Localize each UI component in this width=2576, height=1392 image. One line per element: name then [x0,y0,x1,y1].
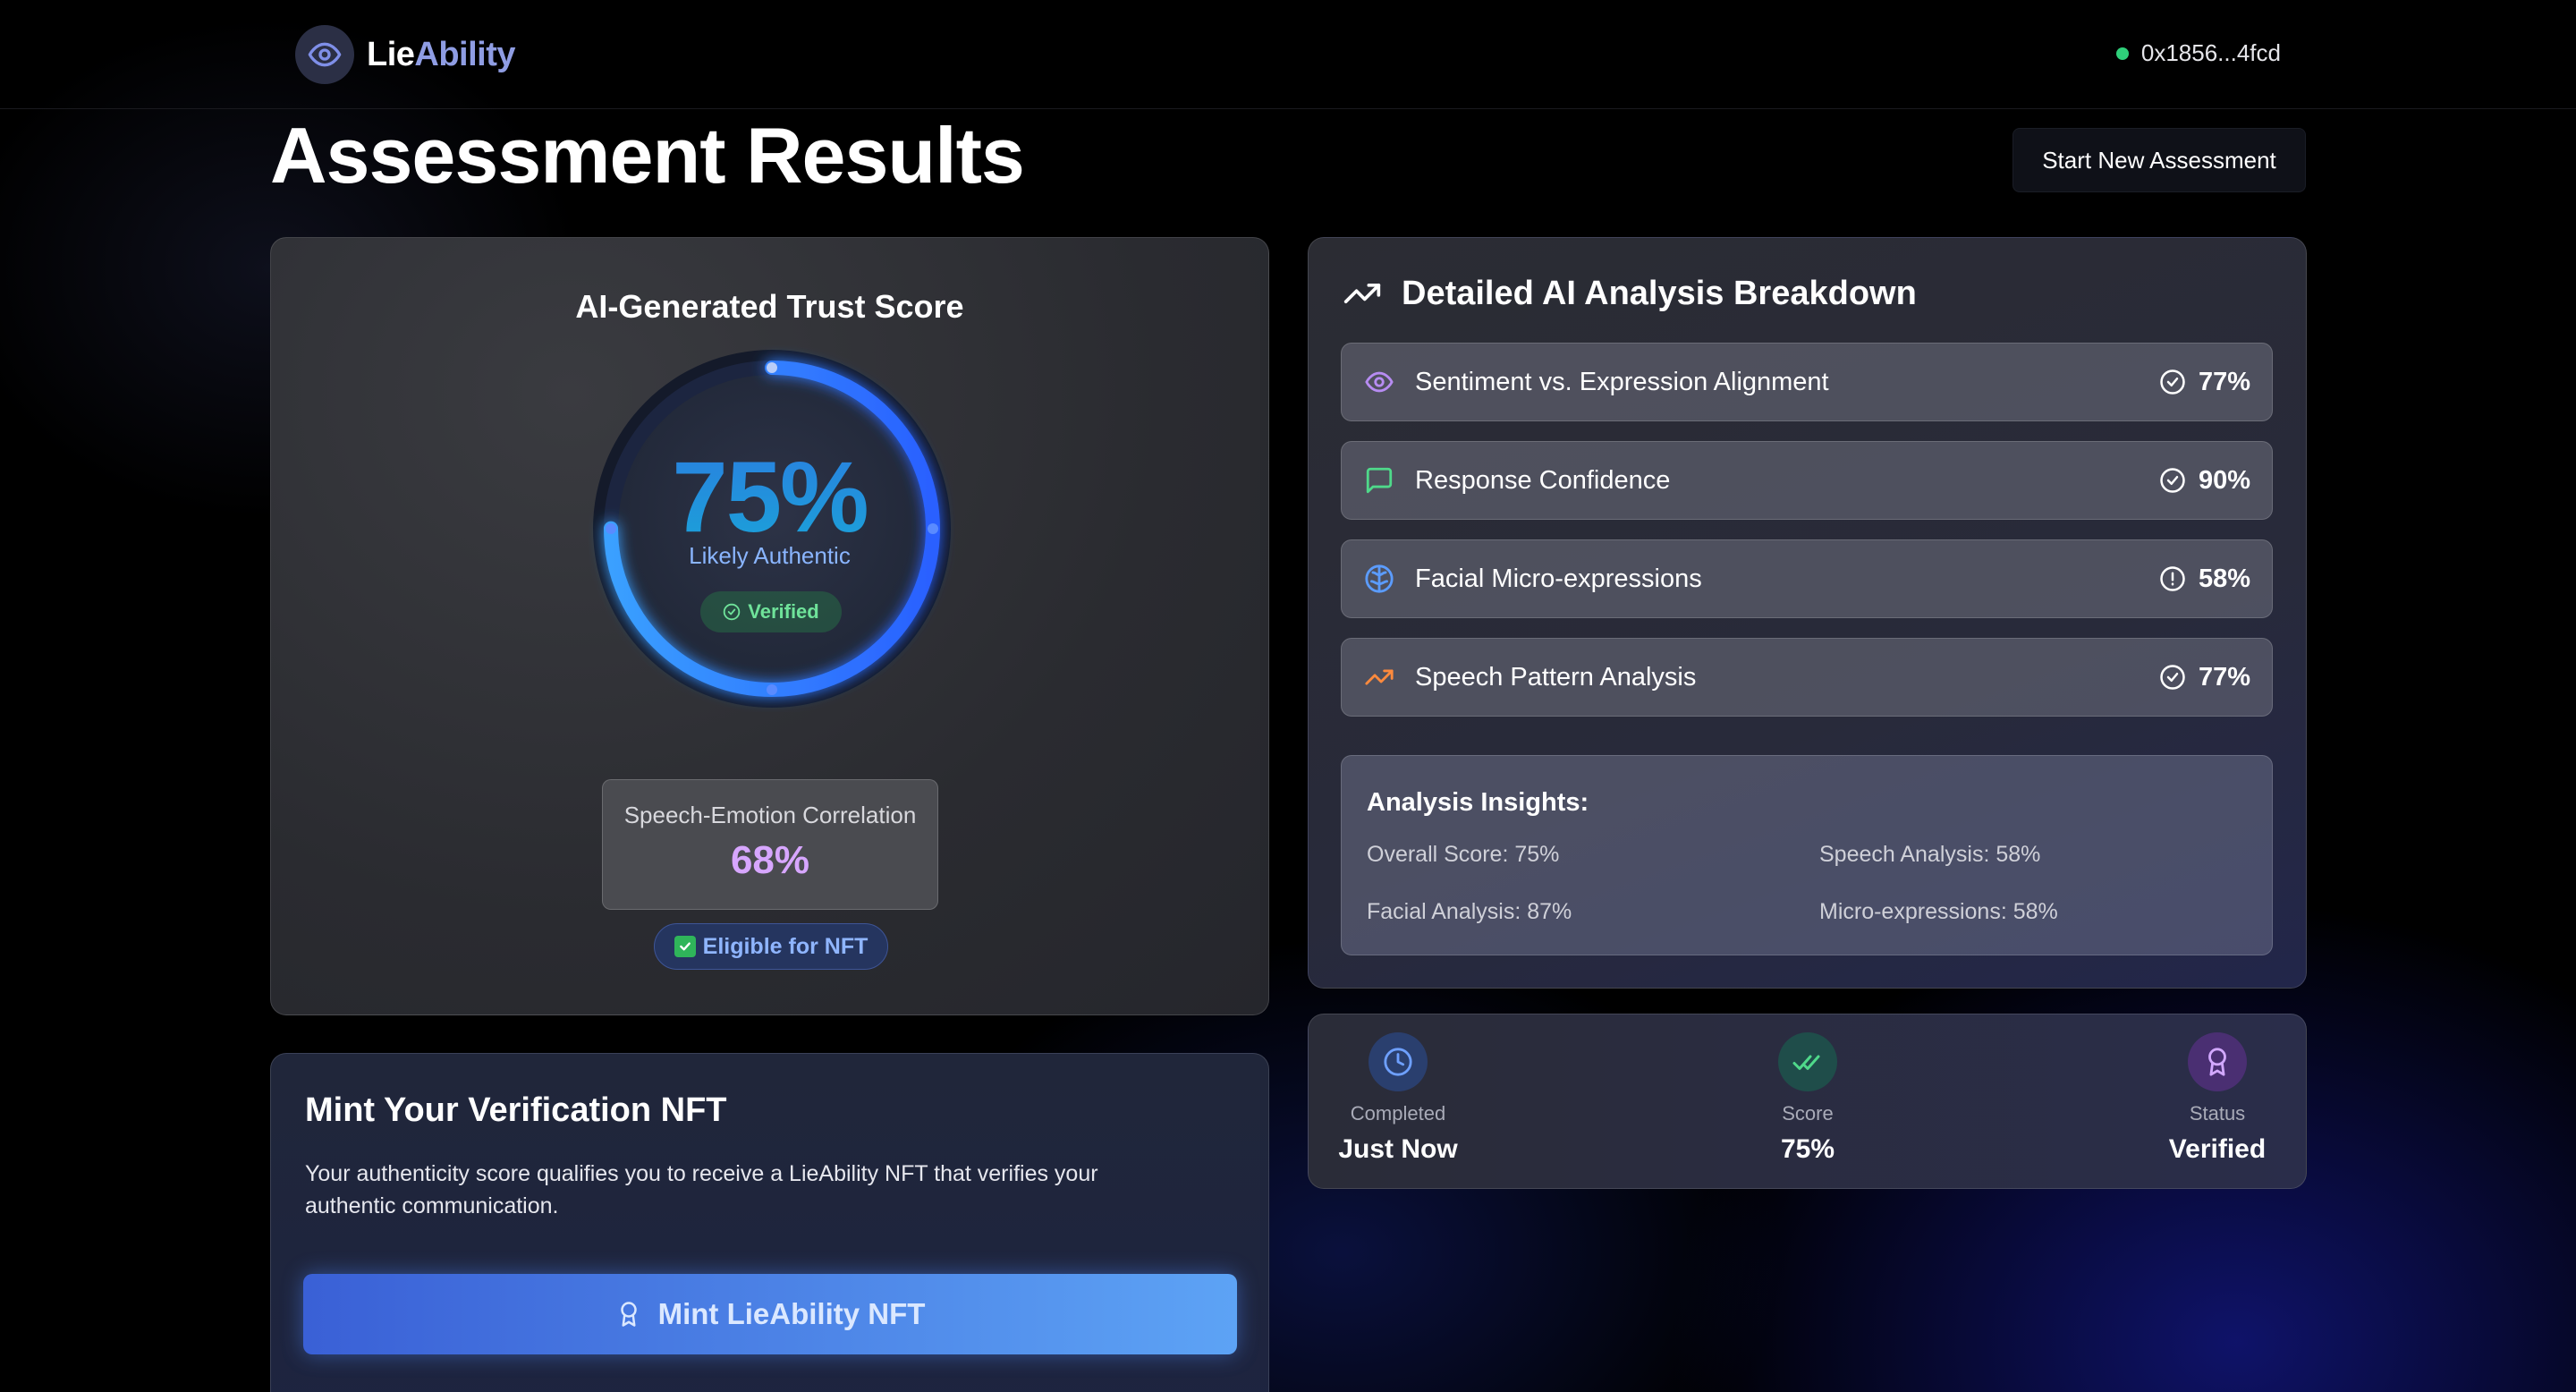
start-new-assessment-button[interactable]: Start New Assessment [2012,128,2306,192]
metric-label: Response Confidence [1415,465,1671,495]
analysis-title: Detailed AI Analysis Breakdown [1402,274,1917,312]
stat-value: Verified [2168,1134,2267,1164]
alert-circle-icon [2160,566,2185,591]
verified-label: Verified [748,600,819,623]
check-circle-icon [2160,468,2185,493]
analysis-header: Detailed AI Analysis Breakdown [1343,274,1917,313]
brain-icon [1363,563,1395,595]
ring-marker [767,684,777,695]
double-check-icon [1778,1032,1837,1091]
assessment-stats-card: Completed Just Now Score 75% Status Veri… [1308,1014,2307,1189]
metric-value: 90% [2198,465,2250,495]
logo-text: LieAbility [367,35,516,73]
page-title: Assessment Results [270,111,1025,199]
stat-label: Status [2189,1102,2246,1125]
metric-row-micro-expressions[interactable]: Facial Micro-expressions 58% [1341,539,2273,618]
mint-description: Your authenticity score qualifies you to… [305,1161,1098,1218]
stat-label: Score [1782,1102,1834,1125]
stat-label: Completed [1350,1102,1446,1125]
trending-up-icon [1363,661,1395,693]
analysis-breakdown-card: Detailed AI Analysis Breakdown Sentiment… [1308,237,2307,989]
eye-logo-icon [295,25,354,84]
wallet-address-text: 0x1856...4fcd [2140,39,2281,66]
metric-value: 58% [2198,564,2250,593]
top-bar: LieAbility 0x1856...4fcd [0,0,2576,109]
trust-score-value: 75% [271,439,1268,555]
correlation-label: Speech-Emotion Correlation [623,802,917,828]
check-circle-icon [2160,665,2185,690]
metric-row-sentiment[interactable]: Sentiment vs. Expression Alignment 77% [1341,343,2273,421]
insight-facial-analysis: Facial Analysis: 87% [1367,899,1572,924]
metric-row-speech-pattern[interactable]: Speech Pattern Analysis 77% [1341,638,2273,717]
trust-score-label: Likely Authentic [689,542,851,569]
stat-score: Score 75% [1718,1032,1897,1165]
check-circle-icon [724,603,741,621]
clock-icon [1368,1032,1428,1091]
check-circle-icon [2160,369,2185,395]
mint-nft-button[interactable]: Mint LieAbility NFT [303,1274,1237,1354]
verified-badge: Verified [700,591,842,632]
insight-micro-expressions: Micro-expressions: 58% [1819,899,2058,924]
stat-status: Status Verified [2128,1032,2307,1165]
stat-value: 75% [1780,1134,1835,1164]
insights-title: Analysis Insights: [1367,788,1589,817]
mint-button-label: Mint LieAbility NFT [657,1297,926,1330]
analysis-insights: Analysis Insights: Overall Score: 75% Sp… [1341,755,2273,955]
trending-up-icon [1343,284,1381,303]
message-icon [1363,464,1395,497]
trust-score-card: AI-Generated Trust Score 75% Likely Auth… [270,237,1269,1015]
stat-value: Just Now [1338,1134,1458,1164]
metric-value: 77% [2198,367,2250,396]
insight-speech-analysis: Speech Analysis: 58% [1819,842,2041,867]
wallet-address[interactable]: 0x1856...4fcd [2115,39,2281,67]
award-icon [2188,1032,2247,1091]
mint-title: Mint Your Verification NFT [305,1091,727,1129]
award-icon [620,1302,637,1327]
nft-eligibility-badge: Eligible for NFT [654,923,888,970]
correlation-value: 68% [730,838,810,882]
trust-score-title: AI-Generated Trust Score [575,288,964,325]
logo[interactable]: LieAbility [295,25,516,84]
checkbox-check-icon [674,936,696,957]
mint-nft-card: Mint Your Verification NFT Your authenti… [270,1053,1269,1392]
ring-marker [767,362,777,373]
insight-overall-score: Overall Score: 75% [1367,842,1560,867]
connection-status-dot [2115,47,2129,60]
nft-eligibility-label: Eligible for NFT [702,933,869,959]
eye-icon [1363,366,1395,398]
metric-row-confidence[interactable]: Response Confidence 90% [1341,441,2273,520]
metric-value: 77% [2198,662,2250,692]
metric-label: Sentiment vs. Expression Alignment [1415,367,1829,396]
metric-label: Speech Pattern Analysis [1415,662,1697,692]
stat-completed: Completed Just Now [1309,1032,1487,1165]
metric-label: Facial Micro-expressions [1415,564,1702,593]
correlation-box: Speech-Emotion Correlation 68% [602,779,938,910]
